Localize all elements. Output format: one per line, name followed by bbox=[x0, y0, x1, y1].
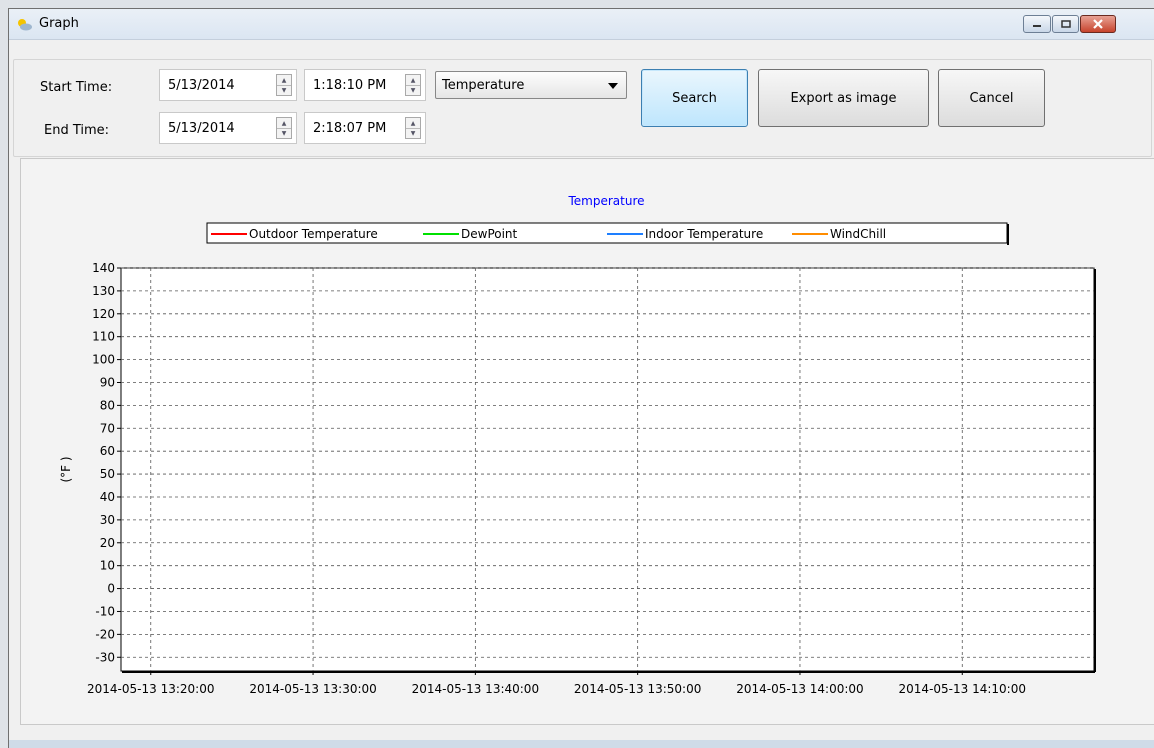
spin-down-icon[interactable]: ▼ bbox=[406, 128, 420, 138]
y-tick-label: 70 bbox=[100, 421, 115, 435]
end-date-picker[interactable]: 5/13/2014 ▲ ▼ bbox=[159, 112, 297, 144]
x-tick-label: 2014-05-13 13:50:00 bbox=[574, 682, 701, 696]
start-date-picker[interactable]: 5/13/2014 ▲ ▼ bbox=[159, 69, 297, 101]
x-tick-label: 2014-05-13 14:10:00 bbox=[899, 682, 1026, 696]
legend-label: Outdoor Temperature bbox=[249, 227, 378, 241]
maximize-icon bbox=[1060, 20, 1071, 28]
minimize-icon bbox=[1033, 25, 1041, 27]
spin-down-icon[interactable]: ▼ bbox=[277, 128, 291, 138]
y-tick-label: 40 bbox=[100, 490, 115, 504]
y-tick-label: 30 bbox=[100, 513, 115, 527]
y-tick-label: 90 bbox=[100, 375, 115, 389]
y-tick-label: -20 bbox=[95, 627, 115, 641]
chart-panel: Temperature Outdoor Temperature DewPoint In… bbox=[20, 158, 1154, 725]
legend-label: Indoor Temperature bbox=[645, 227, 763, 241]
close-button[interactable] bbox=[1080, 15, 1116, 33]
y-tick-label: -10 bbox=[95, 604, 115, 618]
window-title: Graph bbox=[39, 16, 79, 31]
close-icon bbox=[1093, 19, 1103, 29]
end-date-spinner[interactable]: ▲ ▼ bbox=[276, 117, 292, 139]
title-bar[interactable]: Graph bbox=[9, 9, 1154, 40]
x-tick-label: 2014-05-13 14:00:00 bbox=[736, 682, 863, 696]
start-date-spinner[interactable]: ▲ ▼ bbox=[276, 74, 292, 96]
measurement-type-select[interactable]: Temperature bbox=[435, 71, 627, 99]
plot-area bbox=[120, 267, 1095, 672]
y-tick-label: 140 bbox=[92, 261, 115, 275]
start-time-spinner[interactable]: ▲ ▼ bbox=[405, 74, 421, 96]
export-button-label: Export as image bbox=[790, 90, 897, 106]
legend-label: WindChill bbox=[830, 227, 886, 241]
end-time-label: End Time: bbox=[44, 123, 110, 138]
x-tick-label: 2014-05-13 13:40:00 bbox=[412, 682, 539, 696]
weather-icon bbox=[18, 19, 32, 31]
minimize-button[interactable] bbox=[1023, 15, 1051, 33]
x-tick-label: 2014-05-13 13:20:00 bbox=[87, 682, 214, 696]
y-tick-label: 60 bbox=[100, 444, 115, 458]
y-tick-label: 0 bbox=[107, 582, 115, 596]
cancel-button-label: Cancel bbox=[969, 90, 1014, 106]
y-tick-label: 110 bbox=[92, 330, 115, 344]
start-time-picker[interactable]: 1:18:10 PM ▲ ▼ bbox=[304, 69, 426, 101]
y-axis-label: (°F ) bbox=[59, 456, 73, 482]
end-date-value: 5/13/2014 bbox=[168, 121, 235, 136]
y-tick-label: 100 bbox=[92, 353, 115, 367]
temperature-chart: Temperature Outdoor Temperature DewPoint In… bbox=[59, 194, 1096, 696]
end-time-picker[interactable]: 2:18:07 PM ▲ ▼ bbox=[304, 112, 426, 144]
y-tick-label: 10 bbox=[100, 559, 115, 573]
measurement-type-value: Temperature bbox=[442, 78, 525, 93]
search-button-label: Search bbox=[672, 90, 717, 106]
search-button[interactable]: Search bbox=[641, 69, 748, 127]
spin-down-icon[interactable]: ▼ bbox=[277, 85, 291, 95]
maximize-button[interactable] bbox=[1052, 15, 1079, 33]
spin-down-icon[interactable]: ▼ bbox=[406, 85, 420, 95]
x-tick-label: 2014-05-13 13:30:00 bbox=[249, 682, 376, 696]
chevron-down-icon[interactable] bbox=[608, 83, 618, 89]
start-date-value: 5/13/2014 bbox=[168, 78, 235, 93]
y-tick-label: 20 bbox=[100, 536, 115, 550]
y-tick-label: 80 bbox=[100, 398, 115, 412]
chart-title: Temperature bbox=[567, 194, 644, 208]
end-time-value: 2:18:07 PM bbox=[313, 121, 387, 136]
export-image-button[interactable]: Export as image bbox=[758, 69, 929, 127]
start-time-value: 1:18:10 PM bbox=[313, 78, 387, 93]
y-tick-label: -30 bbox=[95, 650, 115, 664]
y-tick-label: 50 bbox=[100, 467, 115, 481]
end-time-spinner[interactable]: ▲ ▼ bbox=[405, 117, 421, 139]
cancel-button[interactable]: Cancel bbox=[938, 69, 1045, 127]
y-tick-label: 130 bbox=[92, 284, 115, 298]
y-tick-label: 120 bbox=[92, 307, 115, 321]
legend-label: DewPoint bbox=[461, 227, 518, 241]
start-time-label: Start Time: bbox=[40, 80, 113, 95]
